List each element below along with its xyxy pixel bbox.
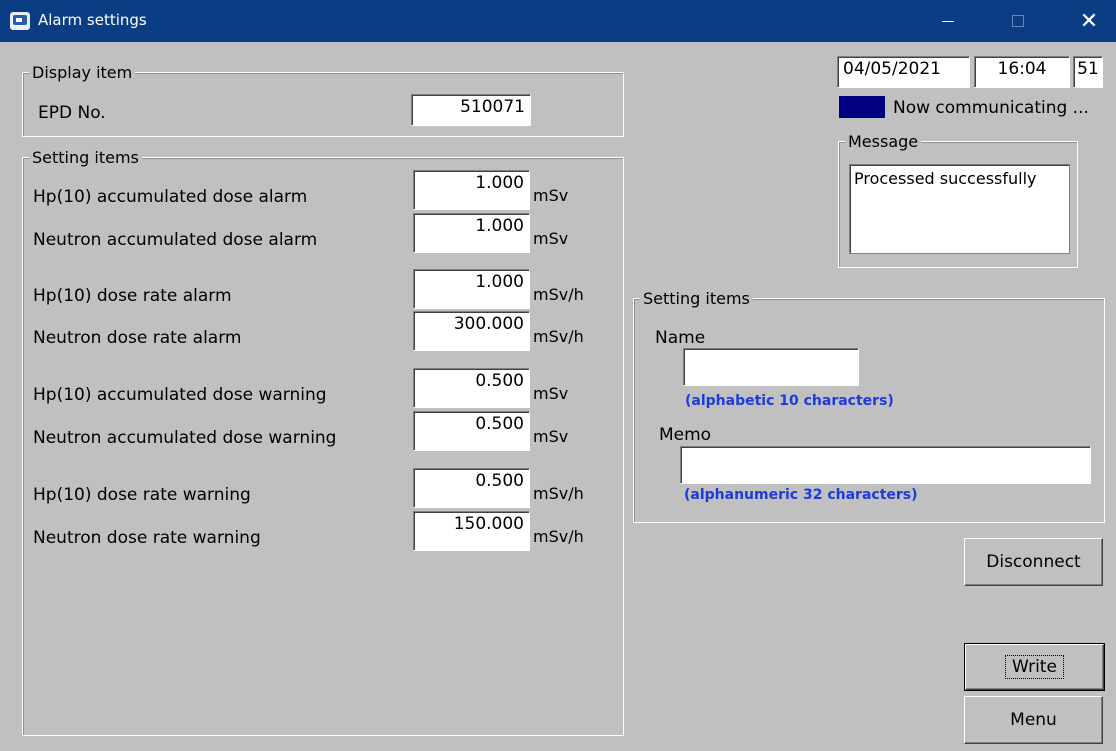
- setting-value-field[interactable]: 1.000: [413, 213, 530, 253]
- memo-hint: (alphanumeric 32 characters): [684, 487, 918, 503]
- maximize-button[interactable]: [995, 0, 1041, 42]
- disconnect-label: Disconnect: [986, 552, 1081, 572]
- epd-no-field[interactable]: 510071: [411, 94, 531, 126]
- seconds-field: 51: [1073, 56, 1103, 88]
- menu-label: Menu: [1010, 710, 1057, 730]
- memo-label: Memo: [659, 425, 712, 445]
- epd-no-label: EPD No.: [38, 103, 106, 123]
- name-hint: (alphabetic 10 characters): [685, 393, 894, 409]
- setting-value-field[interactable]: 0.500: [413, 368, 530, 408]
- setting-value-field[interactable]: 150.000: [413, 511, 530, 551]
- close-button[interactable]: ✕: [1066, 0, 1112, 42]
- setting-items-legend: Setting items: [29, 148, 142, 167]
- setting-label: Hp(10) accumulated dose warning: [33, 385, 327, 405]
- message-text: Processed successfully: [849, 164, 1070, 254]
- communication-indicator: [839, 96, 885, 118]
- setting-unit: mSv: [533, 186, 569, 205]
- setting-label: Neutron accumulated dose alarm: [33, 230, 318, 250]
- setting-label: Hp(10) dose rate alarm: [33, 286, 232, 306]
- setting-unit: mSv/h: [533, 484, 584, 503]
- setting-label: Hp(10) dose rate warning: [33, 485, 251, 505]
- setting-label: Neutron accumulated dose warning: [33, 428, 337, 448]
- message-legend: Message: [845, 132, 922, 151]
- display-item-group: Display item: [22, 63, 624, 137]
- setting-unit: mSv: [533, 384, 569, 403]
- setting-unit: mSv/h: [533, 527, 584, 546]
- setting-value-field[interactable]: 0.500: [413, 468, 530, 508]
- display-item-legend: Display item: [29, 63, 136, 82]
- setting-value-field[interactable]: 1.000: [413, 170, 530, 210]
- write-button[interactable]: Write: [964, 643, 1105, 691]
- setting-label: Hp(10) accumulated dose alarm: [33, 187, 308, 207]
- setting-value-field[interactable]: 0.500: [413, 411, 530, 451]
- name-label: Name: [655, 328, 706, 348]
- name-input[interactable]: [683, 348, 859, 386]
- minimize-button[interactable]: [925, 0, 971, 42]
- time-field: 16:04: [974, 56, 1070, 88]
- setting-label: Neutron dose rate alarm: [33, 328, 242, 348]
- app-icon[interactable]: [10, 12, 30, 30]
- setting-unit: mSv/h: [533, 327, 584, 346]
- setting-unit: mSv: [533, 229, 569, 248]
- menu-button[interactable]: Menu: [964, 696, 1103, 744]
- right-setting-items-legend: Setting items: [640, 289, 753, 308]
- memo-input[interactable]: [680, 446, 1091, 484]
- setting-unit: mSv/h: [533, 285, 584, 304]
- title-bar: Alarm settings ✕: [0, 0, 1116, 42]
- date-field: 04/05/2021: [837, 56, 970, 88]
- disconnect-button[interactable]: Disconnect: [964, 538, 1103, 586]
- setting-unit: mSv: [533, 427, 569, 446]
- window-title: Alarm settings: [38, 11, 147, 29]
- communication-status: Now communicating ...: [893, 98, 1089, 118]
- setting-value-field[interactable]: 300.000: [413, 311, 530, 351]
- setting-label: Neutron dose rate warning: [33, 528, 261, 548]
- setting-value-field[interactable]: 1.000: [413, 269, 530, 309]
- write-label: Write: [1005, 655, 1064, 679]
